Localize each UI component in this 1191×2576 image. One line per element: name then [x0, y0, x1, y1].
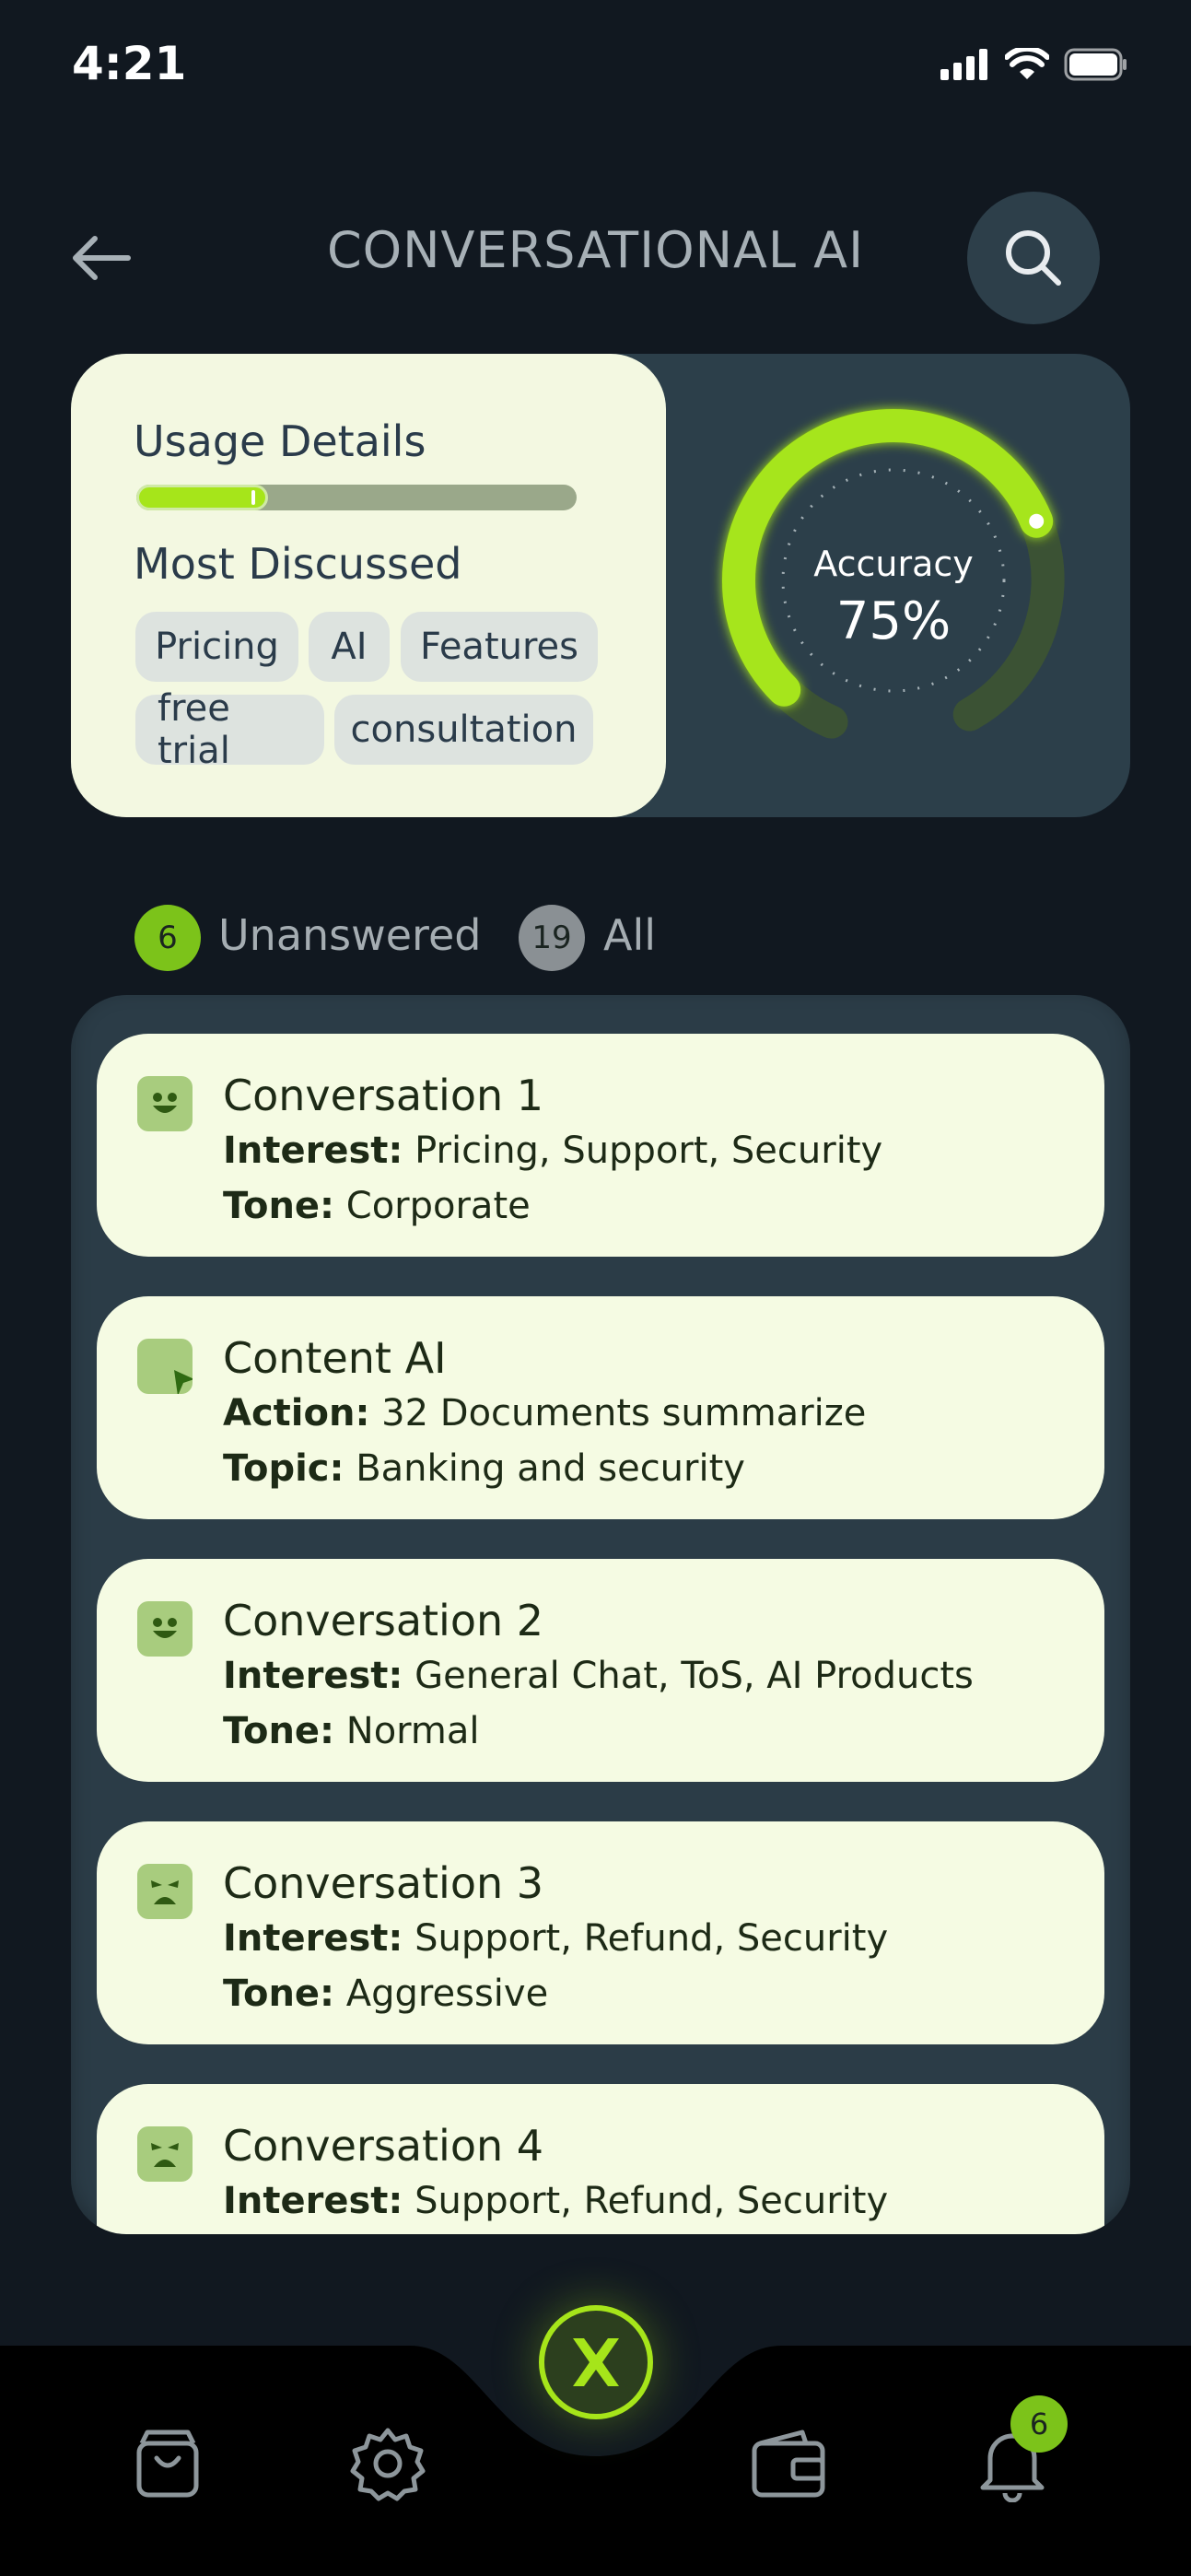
- card-title: Conversation 2: [223, 1596, 544, 1645]
- wifi-icon: [1005, 48, 1049, 79]
- signal-icon: [940, 49, 987, 80]
- search-button[interactable]: [967, 192, 1100, 324]
- card-line-1: Interest: General Chat, ToS, AI Products: [223, 1655, 974, 1697]
- tab-unanswered[interactable]: Unanswered: [218, 910, 481, 960]
- card-title: Conversation 1: [223, 1071, 544, 1120]
- topic-chip[interactable]: free trial: [135, 687, 324, 772]
- card-key: Tone:: [223, 1710, 335, 1752]
- status-time: 4:21: [72, 37, 187, 90]
- card-key: Interest:: [223, 2180, 403, 2222]
- card-key: Interest:: [223, 1130, 403, 1172]
- card-title: Content AI: [223, 1333, 447, 1383]
- smile-icon: [137, 1076, 193, 1131]
- card-value: 32 Documents summarize: [369, 1392, 867, 1434]
- card-key: Action:: [223, 1392, 370, 1434]
- usage-progress-knob: [251, 490, 256, 505]
- conversation-list[interactable]: Conversation 1 Interest: Pricing, Suppor…: [71, 995, 1130, 2234]
- gauge-knob: [1029, 513, 1045, 529]
- card-line-2: Tone: Corporate: [223, 1185, 531, 1227]
- notification-count-badge: 6: [1010, 2395, 1068, 2453]
- angry-icon: [137, 2126, 193, 2182]
- conversation-card[interactable]: Conversation 1 Interest: Pricing, Suppor…: [97, 1034, 1104, 1257]
- card-title: Conversation 3: [223, 1858, 544, 1908]
- usage-progress-fill: [136, 485, 269, 510]
- card-key: Tone:: [223, 1185, 335, 1227]
- conversation-card[interactable]: Conversation 4 Interest: Support, Refund…: [97, 2084, 1104, 2234]
- card-line-2: Topic: Banking and security: [223, 1447, 745, 1490]
- most-discussed-title: Most Discussed: [134, 539, 462, 589]
- chat-bubble-icon: [137, 1339, 193, 1394]
- conversation-card[interactable]: Conversation 2 Interest: General Chat, T…: [97, 1559, 1104, 1782]
- conversation-card[interactable]: Conversation 3 Interest: Support, Refund…: [97, 1821, 1104, 2044]
- topic-chip[interactable]: Pricing: [135, 612, 298, 682]
- topic-chip[interactable]: consultation: [334, 695, 593, 765]
- card-line-1: Interest: Support, Refund, Security: [223, 1917, 888, 1960]
- card-value: Support, Refund, Security: [403, 1917, 889, 1960]
- angry-icon: [137, 1864, 193, 1919]
- card-value: Banking and security: [344, 1447, 745, 1490]
- status-icons: [940, 48, 1128, 81]
- card-key: Interest:: [223, 1917, 403, 1960]
- topic-chip[interactable]: AI: [309, 612, 390, 682]
- battery-icon: [1064, 48, 1127, 81]
- wallet-icon: [752, 2430, 825, 2498]
- nav-shop[interactable]: [122, 2418, 214, 2510]
- topic-chip[interactable]: Features: [401, 612, 598, 682]
- nav-settings[interactable]: [342, 2418, 434, 2510]
- card-key: Interest:: [223, 1655, 403, 1697]
- card-value: Corporate: [334, 1185, 531, 1227]
- card-value: Pricing, Support, Security: [403, 1130, 883, 1172]
- search-icon: [1006, 230, 1061, 286]
- card-value: General Chat, ToS, AI Products: [403, 1655, 974, 1697]
- card-line-1: Interest: Pricing, Support, Security: [223, 1130, 882, 1172]
- accuracy-label: Accuracy: [813, 544, 974, 584]
- card-line-1: Action: 32 Documents summarize: [223, 1392, 866, 1434]
- accuracy-value: 75%: [835, 591, 952, 651]
- card-title: Conversation 4: [223, 2121, 544, 2171]
- card-line-2: Tone: Aggressive: [223, 1973, 548, 2015]
- center-action-button[interactable]: [539, 2305, 653, 2419]
- card-line-2: Tone: Normal: [223, 1710, 480, 1752]
- card-key: Topic:: [223, 1447, 344, 1490]
- nav-wallet[interactable]: [742, 2418, 835, 2510]
- x-logo-icon: [573, 2338, 619, 2386]
- card-value: Support, Refund, Security: [403, 2180, 889, 2222]
- content-ai-card[interactable]: Content AI Action: 32 Documents summariz…: [97, 1296, 1104, 1519]
- all-count-badge[interactable]: 19: [519, 905, 585, 971]
- card-key: Tone:: [223, 1973, 335, 2015]
- shopping-bag-icon: [136, 2430, 199, 2498]
- card-line-1: Interest: Support, Refund, Security: [223, 2180, 888, 2222]
- card-value: Normal: [334, 1710, 480, 1752]
- card-value: Aggressive: [334, 1973, 549, 2015]
- usage-details-title: Usage Details: [134, 416, 426, 466]
- gear-icon: [350, 2428, 426, 2501]
- tab-all[interactable]: All: [603, 910, 656, 960]
- smile-icon: [137, 1601, 193, 1657]
- unanswered-count-badge[interactable]: 6: [134, 905, 201, 971]
